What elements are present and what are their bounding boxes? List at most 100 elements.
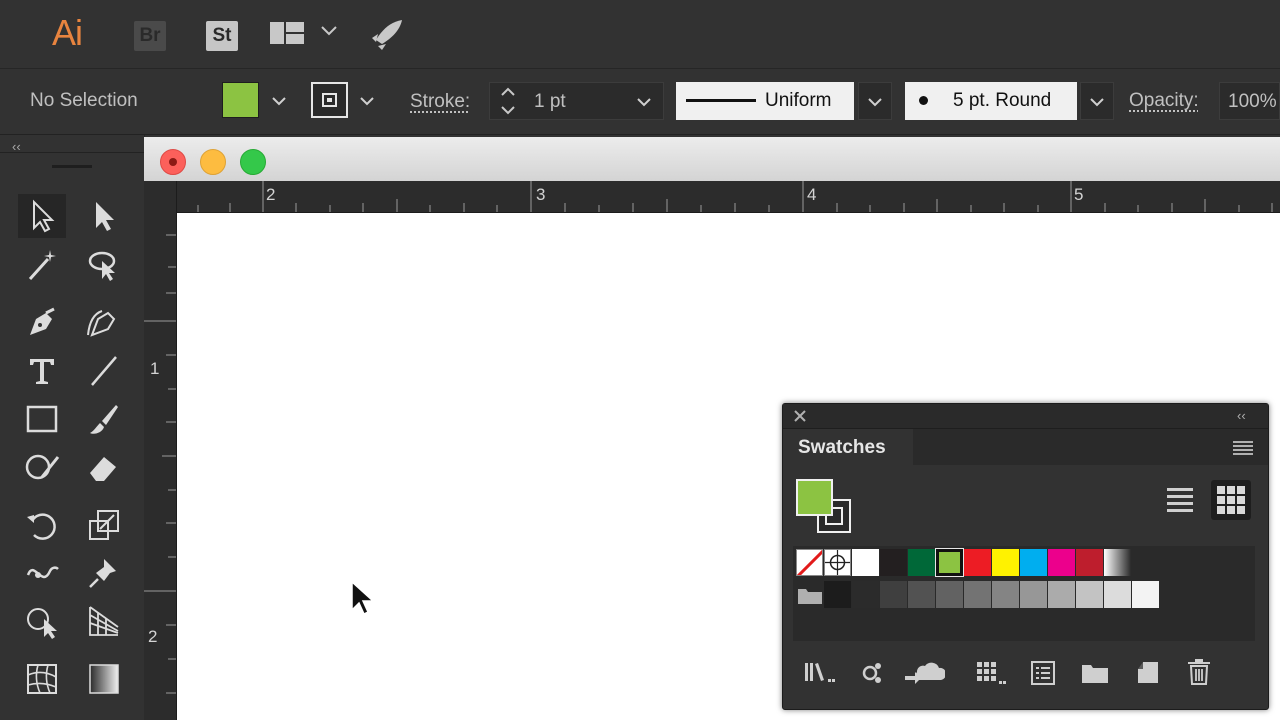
swatch-gray[interactable] (824, 581, 851, 608)
new-color-group-icon[interactable] (1081, 662, 1109, 689)
type-tool[interactable] (18, 349, 66, 393)
swatch-none[interactable] (796, 549, 823, 576)
grid-view-icon (1217, 486, 1245, 514)
swatch-gray[interactable] (1076, 581, 1103, 608)
stroke-chevron-down-icon[interactable] (359, 94, 375, 112)
opacity-label[interactable]: Opacity: (1129, 90, 1199, 112)
chevron-down-icon[interactable] (320, 24, 338, 42)
selection-tool[interactable] (18, 194, 66, 238)
swatch-gray[interactable] (992, 581, 1019, 608)
mesh-tool[interactable] (18, 657, 66, 701)
delete-swatch-trash-icon[interactable] (1188, 659, 1210, 690)
lasso-icon (88, 251, 116, 281)
swatch-green-selected[interactable] (935, 548, 964, 577)
curvature-tool[interactable] (80, 301, 128, 345)
swatch-black[interactable] (880, 549, 907, 576)
fill-color-swatch[interactable] (222, 82, 259, 118)
swatch-options-menu-icon[interactable] (975, 660, 1009, 691)
magic-wand-tool[interactable] (18, 243, 66, 287)
swatch-gray[interactable] (908, 581, 935, 608)
stroke-label[interactable]: Stroke: (410, 91, 470, 113)
swatch-gray[interactable] (936, 581, 963, 608)
puppet-warp-tool[interactable] (80, 551, 128, 595)
line-segment-tool[interactable] (80, 349, 128, 393)
close-panel-icon[interactable] (793, 409, 807, 428)
bridge-button[interactable]: Br (134, 21, 166, 51)
stroke-weight-chevron-down-icon[interactable] (636, 95, 652, 113)
swatch-yellow[interactable] (992, 549, 1019, 576)
add-to-cloud-library-icon[interactable] (905, 658, 947, 691)
horizontal-ruler[interactable]: 2 3 4 5 (176, 181, 1280, 213)
opacity-field[interactable]: 100% (1219, 82, 1280, 120)
list-view-icon[interactable] (1167, 486, 1193, 519)
swatch-libraries-menu-icon[interactable] (805, 661, 837, 690)
gradient-tool[interactable] (80, 657, 128, 701)
variable-width-profile-select[interactable]: Uniform (676, 82, 854, 120)
perspective-grid-icon (89, 606, 119, 636)
swatch-registration[interactable] (824, 549, 851, 576)
shape-builder-tool[interactable] (18, 599, 66, 643)
panel-header-bar[interactable] (783, 404, 1268, 429)
pushpin-icon (89, 559, 116, 588)
rotate-tool[interactable] (18, 503, 66, 547)
swatch-crimson[interactable] (1076, 549, 1103, 576)
selection-status: No Selection (30, 90, 138, 111)
swatch-gray[interactable] (852, 581, 879, 608)
brush-definition-dropdown[interactable] (1080, 82, 1114, 120)
swatch-options-icon[interactable] (1031, 661, 1055, 690)
paintbrush-tool[interactable] (80, 397, 128, 441)
gpu-performance-icon[interactable] (368, 18, 406, 57)
lasso-tool[interactable] (80, 243, 128, 287)
type-t-icon (30, 359, 54, 384)
collapse-panel-icon[interactable]: ‹‹ (1237, 408, 1246, 423)
stroke-weight-stepper-icon[interactable] (500, 85, 516, 122)
pen-tool[interactable] (18, 301, 66, 345)
stroke-weight-field[interactable]: 1 pt (489, 82, 664, 120)
swatch-gray[interactable] (1132, 581, 1159, 608)
fill-chevron-down-icon[interactable] (271, 94, 287, 112)
illustrator-logo: Ai (52, 12, 83, 53)
swatch-red[interactable] (964, 549, 991, 576)
arrange-documents-icon[interactable] (270, 22, 306, 53)
width-tool[interactable] (18, 551, 66, 595)
perspective-grid-tool[interactable] (80, 599, 128, 643)
scale-tool[interactable] (80, 503, 128, 547)
swatch-gray[interactable] (1104, 581, 1131, 608)
swatch-magenta[interactable] (1048, 549, 1075, 576)
rectangle-tool[interactable] (18, 397, 66, 441)
new-swatch-icon[interactable] (1137, 661, 1159, 690)
direct-selection-tool[interactable] (80, 194, 128, 238)
swatch-white[interactable] (852, 549, 879, 576)
swatches-tab[interactable]: Swatches (783, 429, 913, 465)
tools-panel: ‹‹ (0, 135, 145, 720)
color-group-folder-icon[interactable] (797, 585, 823, 610)
panel-grip[interactable] (52, 165, 92, 168)
panel-menu-icon[interactable] (1233, 441, 1253, 460)
close-window-button[interactable] (160, 149, 186, 175)
swatch-gray[interactable] (1020, 581, 1047, 608)
swatch-gradient[interactable] (1104, 549, 1131, 576)
minimize-window-button[interactable] (200, 149, 226, 175)
vertical-ruler[interactable]: 1 2 (144, 181, 177, 720)
variable-width-dropdown[interactable] (858, 82, 892, 120)
width-icon (26, 566, 59, 579)
swatch-gray[interactable] (880, 581, 907, 608)
fill-indicator-swatch[interactable] (796, 479, 833, 516)
swatch-gray[interactable] (1048, 581, 1075, 608)
shaper-tool[interactable] (18, 445, 66, 489)
zoom-window-button[interactable] (240, 149, 266, 175)
brush-definition-select[interactable]: 5 pt. Round (905, 82, 1077, 120)
stock-button[interactable]: St (206, 21, 238, 51)
gradient-icon (89, 664, 119, 694)
eraser-tool[interactable] (80, 445, 128, 489)
document-title-bar[interactable] (144, 137, 1280, 182)
thumbnail-view-button[interactable] (1211, 480, 1251, 520)
swatch-dark-green[interactable] (908, 549, 935, 576)
shaper-icon (25, 454, 60, 480)
show-swatch-kinds-icon[interactable] (861, 661, 883, 690)
curvature-pen-icon (87, 310, 116, 337)
stroke-color-swatch[interactable] (311, 82, 348, 118)
swatch-gray[interactable] (964, 581, 991, 608)
swatch-cyan[interactable] (1020, 549, 1047, 576)
rectangle-icon (26, 405, 58, 433)
